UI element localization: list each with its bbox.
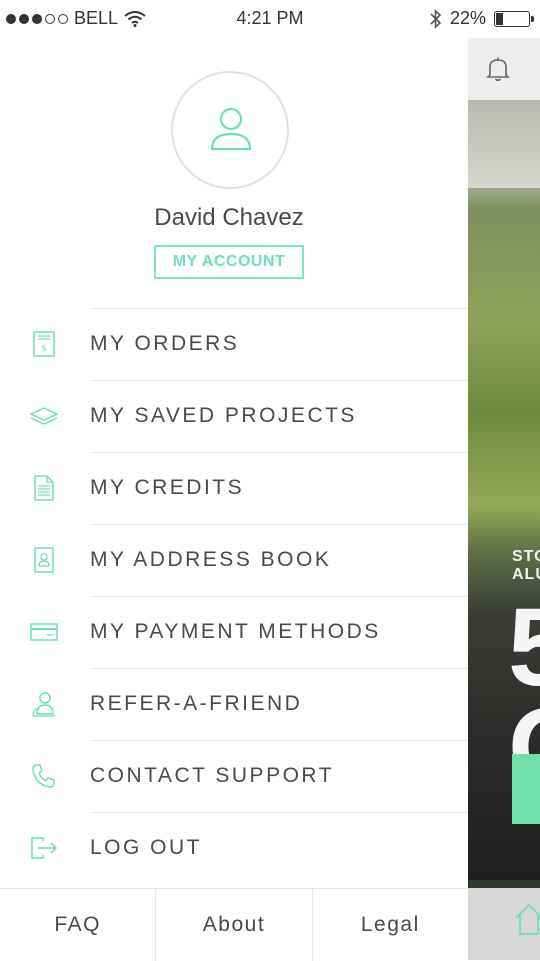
bell-icon[interactable] (486, 56, 510, 82)
my-account-button[interactable]: MY ACCOUNT (154, 245, 304, 279)
signal-dot (19, 13, 29, 24)
faq-link[interactable]: FAQ (0, 889, 157, 961)
menu-item-label: MY SAVED PROJECTS (90, 404, 357, 427)
bluetooth-icon (430, 8, 442, 29)
hero-caption-line1: STO (512, 548, 540, 565)
wifi-icon (124, 10, 146, 27)
drawer-menu: $ MY ORDERS MY SAVED PROJECTS MY CREDITS… (0, 308, 468, 884)
hero-big-text-line1: 5 (508, 586, 540, 709)
home-icon[interactable] (514, 902, 540, 936)
document-icon (28, 472, 60, 504)
menu-item-log-out[interactable]: LOG OUT (0, 812, 468, 884)
menu-item-label: CONTACT SUPPORT (90, 764, 335, 787)
background-screen-peek[interactable]: STO ALU 5 O (468, 38, 540, 960)
menu-item-refer-a-friend[interactable]: REFER-A-FRIEND (0, 668, 468, 740)
credit-card-icon (28, 616, 60, 648)
logout-icon (28, 832, 60, 864)
status-right: 22% (430, 8, 534, 29)
menu-item-label: MY ORDERS (90, 332, 240, 355)
menu-item-label: REFER-A-FRIEND (90, 692, 303, 715)
hero-cta-button[interactable] (512, 754, 540, 824)
hero-image-ceiling (468, 100, 540, 188)
menu-item-my-address-book[interactable]: MY ADDRESS BOOK (0, 524, 468, 596)
battery-level (496, 12, 503, 25)
phone-icon (28, 760, 60, 792)
carrier-name: BELL (74, 8, 119, 28)
status-left: BELL (6, 8, 146, 29)
signal-dot (45, 13, 55, 24)
menu-item-label: MY PAYMENT METHODS (90, 620, 381, 643)
menu-item-label: LOG OUT (90, 836, 203, 859)
about-link[interactable]: About (156, 889, 313, 961)
legal-link[interactable]: Legal (313, 889, 468, 961)
user-icon (210, 107, 252, 151)
users-icon (28, 688, 60, 720)
battery-icon (494, 10, 534, 27)
menu-item-my-credits[interactable]: MY CREDITS (0, 452, 468, 524)
receipt-icon: $ (28, 328, 60, 360)
menu-item-my-saved-projects[interactable]: MY SAVED PROJECTS (0, 380, 468, 452)
signal-strength-icon (6, 13, 68, 24)
drawer-footer: FAQ About Legal (0, 888, 468, 961)
signal-dot (6, 13, 16, 24)
status-bar: BELL 4:21 PM 22% (0, 0, 540, 38)
menu-item-label: MY CREDITS (90, 476, 245, 499)
layers-icon (28, 400, 60, 432)
menu-item-my-payment-methods[interactable]: MY PAYMENT METHODS (0, 596, 468, 668)
svg-text:$: $ (41, 344, 47, 354)
avatar[interactable] (171, 71, 289, 189)
menu-item-label: MY ADDRESS BOOK (90, 548, 332, 571)
navigation-drawer: David Chavez MY ACCOUNT $ MY ORDERS MY S… (0, 38, 468, 961)
menu-item-contact-support[interactable]: CONTACT SUPPORT (0, 740, 468, 812)
signal-dot (32, 13, 42, 24)
address-book-icon (28, 544, 60, 576)
hero-caption: STO ALU (512, 548, 540, 584)
signal-dot (58, 13, 68, 24)
hero-caption-line2: ALU (512, 566, 540, 583)
battery-percent: 22% (449, 8, 486, 28)
user-name: David Chavez (154, 204, 304, 231)
menu-item-my-orders[interactable]: $ MY ORDERS (0, 308, 468, 380)
